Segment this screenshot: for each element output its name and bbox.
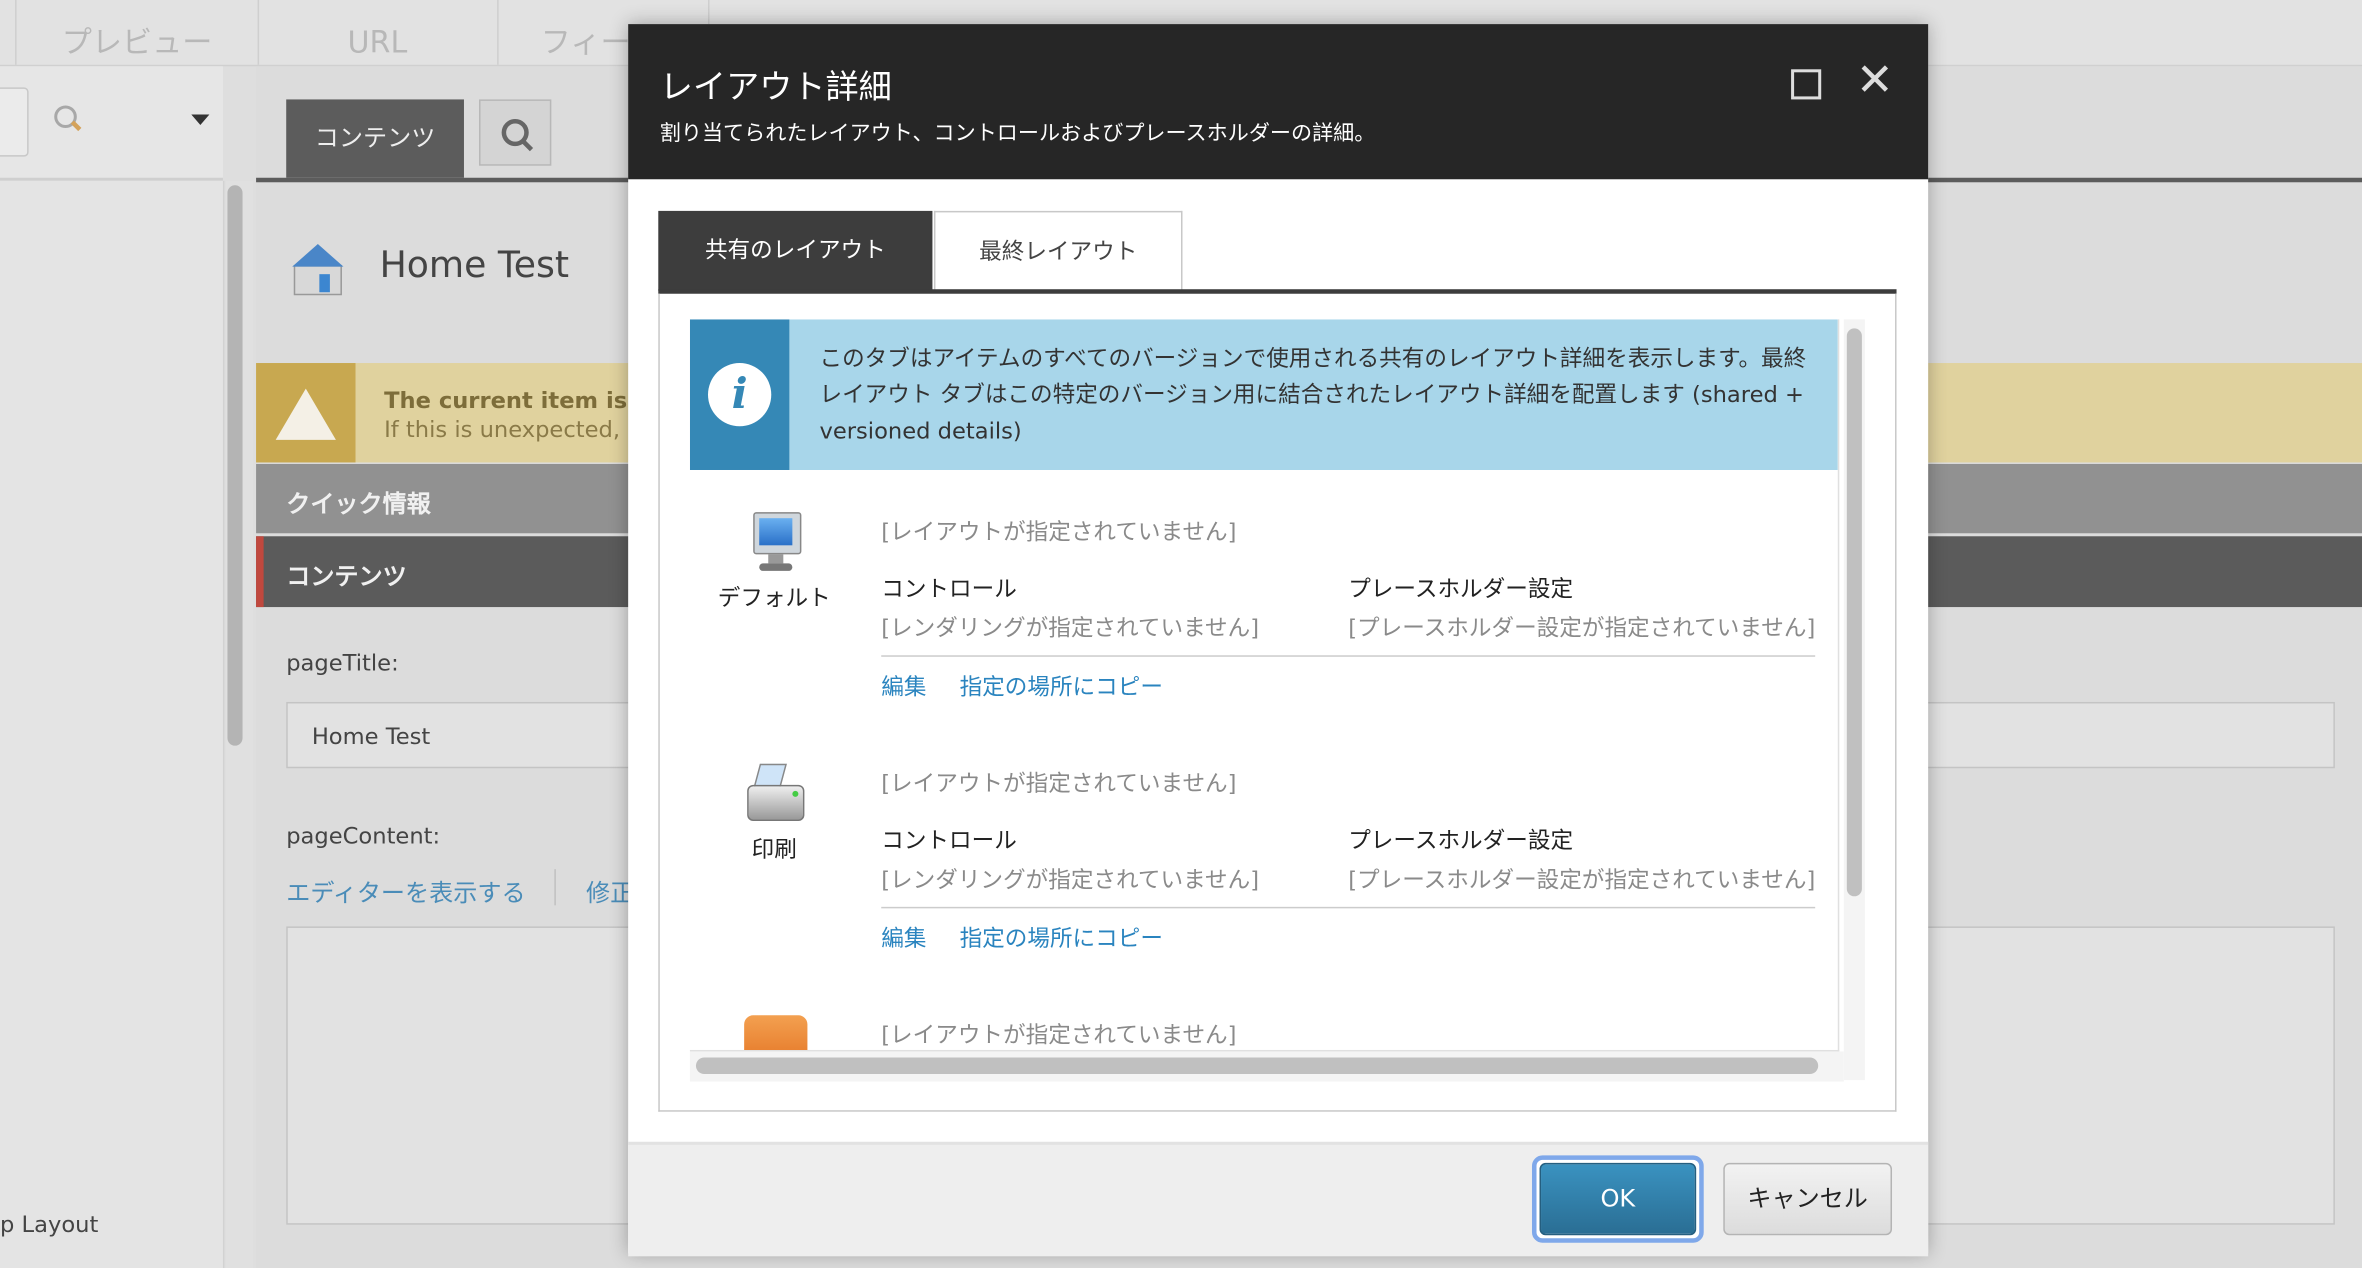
tab-shared-layout[interactable]: 共有のレイアウト	[658, 210, 933, 291]
controls-value: [レンダリングが指定されていません]	[881, 866, 1260, 894]
chevron-down-icon[interactable]	[191, 114, 210, 126]
copy-to-link[interactable]: 指定の場所にコピー	[960, 922, 1163, 954]
page-content-label: pageContent:	[286, 822, 441, 850]
placeholder-label: プレースホルダー設定	[1348, 827, 1574, 855]
edit-link[interactable]: 修正	[586, 872, 634, 908]
show-editor-link[interactable]: エディターを表示する	[286, 872, 525, 908]
dialog-header: レイアウト詳細 割り当てられたレイアウト、コントロールおよびプレースホルダーの詳…	[628, 24, 1929, 180]
edit-link[interactable]: 編集	[881, 670, 926, 702]
maximize-icon[interactable]	[1791, 69, 1822, 100]
controls-value: [レンダリングが指定されていません]	[881, 614, 1260, 642]
device-name: 印刷	[751, 836, 797, 864]
tab-preview[interactable]: プレビュー	[15, 0, 260, 65]
controls-label: コントロール	[881, 827, 1017, 855]
content-tree	[0, 180, 225, 1268]
page-title-label: pageTitle:	[286, 649, 399, 677]
layout-value: [レイアウトが指定されていません]	[881, 518, 1237, 546]
device-name: デフォルト	[717, 584, 831, 612]
device-print: 印刷 [レイアウトが指定されていません] コントロール プレースホルダー設定 […	[690, 752, 1838, 963]
info-icon-box: i	[689, 319, 790, 470]
close-icon[interactable]: ✕	[1856, 56, 1894, 105]
vertical-scroll-track	[1843, 319, 1865, 1081]
warning-title: The current item is a	[384, 387, 651, 415]
tab-url[interactable]: URL	[258, 0, 499, 65]
device-default: デフォルト [レイアウトが指定されていません] コントロール プレースホルダー設…	[690, 500, 1838, 711]
warning-icon-box	[256, 363, 356, 463]
tab-content[interactable]: コンテンツ	[286, 99, 464, 178]
horizontal-scroll-track	[689, 1051, 1844, 1082]
printer-icon	[744, 763, 805, 821]
layout-scroll-area: i このタブはアイテムのすべてのバージョンで使用される共有のレイアウト詳細を表示…	[689, 319, 1840, 1052]
home-icon	[289, 244, 346, 296]
ok-button[interactable]: OK	[1539, 1162, 1697, 1236]
layout-value: [レイアウトが指定されていません]	[881, 1021, 1237, 1049]
link-divider	[554, 869, 556, 906]
layout-details-dialog: レイアウト詳細 割り当てられたレイアウト、コントロールおよびプレースホルダーの詳…	[628, 24, 1929, 1257]
dialog-title: レイアウト詳細	[659, 69, 892, 107]
warning-text: If this is unexpected, p	[384, 415, 642, 443]
section-label: クイック情報	[286, 489, 431, 519]
rss-icon	[744, 1015, 808, 1050]
horizontal-scrollbar[interactable]	[695, 1057, 1819, 1075]
device-feed: [レイアウトが指定されていません]	[690, 1003, 1838, 1050]
search-button[interactable]	[479, 99, 552, 166]
placeholder-value: [プレースホルダー設定が指定されていません]	[1348, 866, 1816, 894]
tab-final-layout[interactable]: 最終レイアウト	[933, 210, 1183, 291]
app-background: プレビュー URL フィー p Layout コンテンツ Home Test T…	[0, 0, 2362, 1268]
divider	[881, 906, 1816, 909]
cancel-button[interactable]: キャンセル	[1723, 1162, 1893, 1236]
warning-icon	[275, 388, 336, 440]
tree-item-layout[interactable]: p Layout	[0, 1211, 98, 1238]
info-box: i このタブはアイテムのすべてのバージョンで使用される共有のレイアウト詳細を表示…	[689, 319, 1838, 470]
placeholder-value: [プレースホルダー設定が指定されていません]	[1348, 614, 1816, 642]
item-title: Home Test	[379, 244, 570, 287]
dialog-footer: OK キャンセル	[628, 1141, 1929, 1257]
placeholder-label: プレースホルダー設定	[1348, 575, 1574, 603]
divider	[881, 655, 1816, 657]
tree-search-input[interactable]	[0, 87, 29, 157]
page-title-value: Home Test	[311, 723, 431, 751]
search-icon-handle	[521, 139, 534, 152]
info-icon: i	[707, 363, 772, 427]
edit-link[interactable]: 編集	[881, 922, 926, 954]
info-text: このタブはアイテムのすべてのバージョンで使用される共有のレイアウト詳細を表示しま…	[819, 344, 1807, 445]
dialog-subtitle: 割り当てられたレイアウト、コントロールおよびプレースホルダーの詳細。	[659, 122, 1376, 147]
copy-to-link[interactable]: 指定の場所にコピー	[960, 670, 1163, 702]
left-search-row	[0, 66, 223, 181]
controls-label: コントロール	[881, 575, 1017, 603]
vertical-scrollbar[interactable]	[1846, 328, 1862, 897]
section-label: コンテンツ	[286, 561, 407, 591]
layout-value: [レイアウトが指定されていません]	[881, 769, 1237, 797]
monitor-icon	[750, 512, 802, 572]
tree-scrollbar[interactable]	[227, 185, 243, 746]
